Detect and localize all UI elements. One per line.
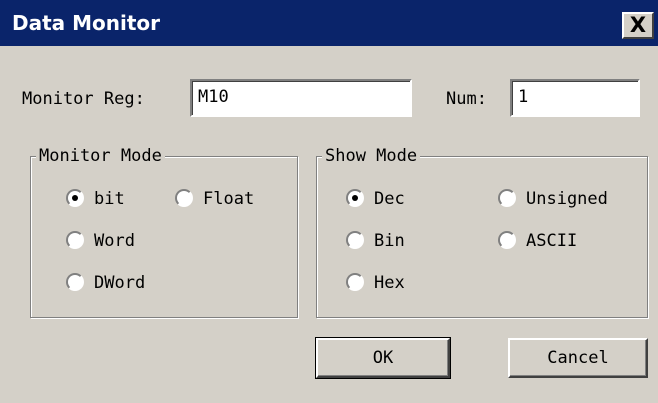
radio-label: Dec: [374, 189, 405, 209]
monitor-reg-label: Monitor Reg:: [22, 89, 145, 109]
radio-label: Unsigned: [526, 189, 608, 209]
radio-word[interactable]: Word: [66, 229, 166, 253]
radio-label: Bin: [374, 231, 405, 251]
radio-ascii[interactable]: ASCII: [498, 229, 608, 253]
radio-dword[interactable]: DWord: [66, 271, 176, 295]
radio-circle: [66, 273, 84, 291]
radio-float[interactable]: Float: [175, 187, 275, 211]
num-input[interactable]: 1: [510, 79, 640, 117]
radio-label: Float: [203, 189, 255, 209]
radio-label: DWord: [94, 273, 146, 293]
radio-label: Hex: [374, 273, 405, 293]
radio-circle: [498, 231, 516, 249]
close-icon: X: [629, 13, 647, 37]
radio-circle: [66, 189, 84, 207]
radio-label: ASCII: [526, 231, 578, 251]
radio-dec[interactable]: Dec: [346, 187, 436, 211]
data-monitor-dialog: Data Monitor X Monitor Reg: M10 Num: 1 M…: [0, 0, 658, 403]
monitor-mode-group: Monitor Mode bit Float Word DWord: [30, 145, 298, 318]
radio-label: Word: [94, 231, 135, 251]
show-mode-group: Show Mode Dec Unsigned Bin ASCII Hex: [316, 145, 648, 318]
show-mode-title: Show Mode: [322, 145, 421, 167]
monitor-mode-title: Monitor Mode: [36, 145, 165, 167]
radio-circle: [346, 231, 364, 249]
radio-circle: [66, 231, 84, 249]
radio-bin[interactable]: Bin: [346, 229, 436, 253]
title-bar[interactable]: Data Monitor X: [0, 0, 658, 46]
radio-selected-dot: [72, 195, 78, 201]
radio-circle: [346, 273, 364, 291]
radio-circle: [175, 189, 193, 207]
num-label: Num:: [446, 89, 487, 109]
radio-label: bit: [94, 189, 125, 209]
radio-circle: [346, 189, 364, 207]
monitor-reg-input[interactable]: M10: [190, 79, 412, 117]
cancel-button[interactable]: Cancel: [508, 338, 648, 378]
window-title: Data Monitor: [12, 11, 161, 35]
radio-unsigned[interactable]: Unsigned: [498, 187, 638, 211]
radio-selected-dot: [352, 195, 358, 201]
radio-circle: [498, 189, 516, 207]
radio-bit[interactable]: bit: [66, 187, 156, 211]
radio-hex[interactable]: Hex: [346, 271, 436, 295]
ok-button[interactable]: OK: [315, 337, 451, 379]
close-button[interactable]: X: [622, 12, 654, 39]
